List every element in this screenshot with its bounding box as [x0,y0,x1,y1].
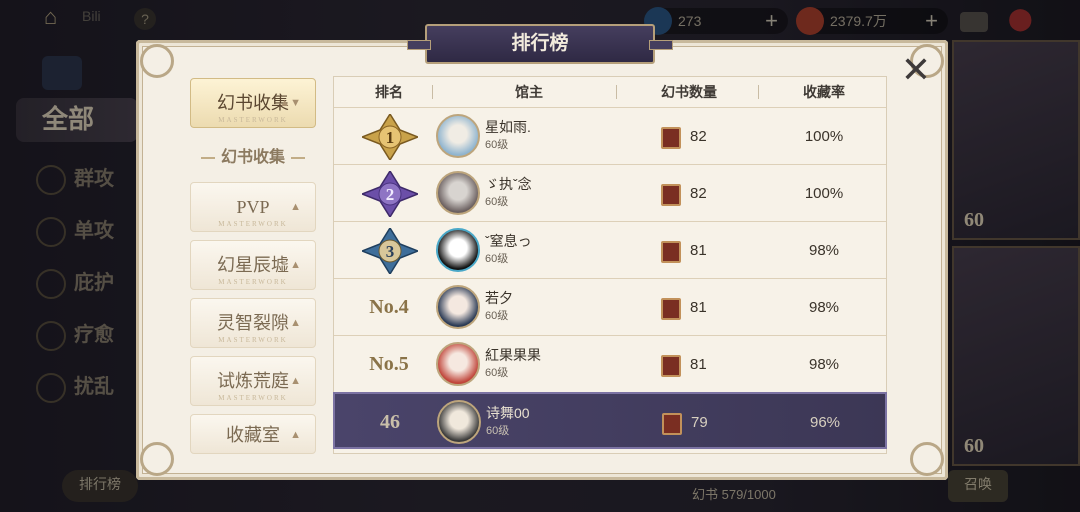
table-row[interactable]: No.4 若夕 60级 81 98% [334,278,886,335]
player-level: 60级 [485,253,509,265]
collection-rate-value: 96% [809,414,841,431]
book-icon [661,298,681,320]
avatar[interactable] [436,114,480,158]
rank-number: 1 [386,128,395,147]
category-collection-room[interactable]: 收藏室 ▲ [190,414,316,454]
player-name: ˇ窒息っ [485,233,532,249]
column-owner: 馆主 [515,84,543,100]
book-icon [661,241,681,263]
rank-medal-icon: 1 [362,114,418,160]
close-icon[interactable]: ✕ [896,52,936,92]
player-level: 60级 [485,367,509,379]
book-icon [662,413,682,435]
avatar[interactable] [436,285,480,329]
rank-number: 46 [380,411,400,433]
avatar[interactable] [437,400,481,444]
player-level: 60级 [485,196,509,208]
category-trial-court[interactable]: 试炼荒庭 ▲ MASTERWORK [190,356,316,406]
column-divider [758,85,759,99]
collection-rate-value: 100% [804,128,844,145]
leaderboard-table: 排名 馆主 幻书数量 收藏率 1 星如雨. 60级 82 100% 2 ゞ执ˇ念… [333,76,887,454]
column-divider [432,85,433,99]
player-name: 紅果果果 [485,347,541,363]
collection-rate-value: 100% [804,185,844,202]
book-icon [661,127,681,149]
corner-ornament [140,44,174,78]
avatar[interactable] [436,171,480,215]
avatar[interactable] [436,342,480,386]
category-pvp[interactable]: PVP ▲ MASTERWORK [190,182,316,232]
column-book-count: 幻书数量 [661,84,717,100]
corner-ornament [910,442,944,476]
column-divider [616,85,617,99]
rank-number: 3 [386,242,395,261]
rank-medal-icon: 3 [362,228,418,274]
book-count-value: 82 [690,128,707,145]
rank-number: No.5 [369,353,409,375]
book-icon [661,355,681,377]
table-row[interactable]: 1 星如雨. 60级 82 100% [334,107,886,164]
book-count-value: 82 [690,185,707,202]
player-name: ゞ执ˇ念 [485,176,532,192]
category-rift[interactable]: 灵智裂隙 ▲ MASTERWORK [190,298,316,348]
book-count-value: 81 [690,356,707,373]
player-level: 60级 [485,310,509,322]
panel-title: 排行榜 [407,24,673,64]
collection-rate-value: 98% [808,242,840,259]
collection-rate-value: 98% [808,356,840,373]
category-star-ruins[interactable]: 幻星辰墟 ▲ MASTERWORK [190,240,316,290]
book-icon [661,184,681,206]
book-count-value: 79 [691,414,708,431]
player-name: 若夕 [485,290,513,306]
player-level: 60级 [485,139,509,151]
book-count-value: 81 [690,242,707,259]
category-book-collection[interactable]: 幻书收集 ▲▼ MASTERWORK [190,78,316,128]
rank-number: No.4 [369,296,409,318]
player-name: 诗舞00 [486,405,530,421]
chevron-icon: ▲ [290,429,301,441]
player-level: 60级 [486,425,510,437]
rank-number: 2 [386,185,395,204]
table-row[interactable]: 3 ˇ窒息っ 60级 81 98% [334,221,886,278]
player-name: 星如雨. [485,119,531,135]
column-rank: 排名 [375,84,403,100]
self-rank-row[interactable]: 46 诗舞00 60级 79 96% [333,392,887,449]
category-header: 幻书收集 [190,143,316,167]
avatar[interactable] [436,228,480,272]
corner-ornament [140,442,174,476]
rank-medal-icon: 2 [362,171,418,217]
table-row[interactable]: 2 ゞ执ˇ念 60级 82 100% [334,164,886,221]
collection-rate-value: 98% [808,299,840,316]
book-count-value: 81 [690,299,707,316]
column-collection-rate: 收藏率 [803,84,845,100]
table-row[interactable]: No.5 紅果果果 60级 81 98% [334,335,886,392]
